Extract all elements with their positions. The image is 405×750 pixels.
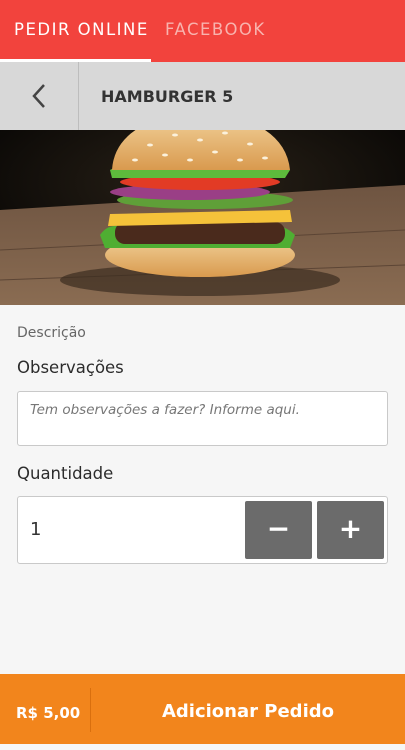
tab-facebook[interactable]: FACEBOOK <box>165 20 266 39</box>
decrease-quantity-button[interactable]: − <box>245 501 312 559</box>
description-label: Descrição <box>17 325 86 341</box>
order-footer: R$ 5,00 Adicionar Pedido <box>0 674 405 744</box>
tab-pedir-online[interactable]: PEDIR ONLINE <box>14 20 149 39</box>
add-order-button[interactable]: Adicionar Pedido <box>91 674 405 744</box>
top-tab-bar: PEDIR ONLINE FACEBOOK <box>0 0 405 62</box>
page-title: HAMBURGER 5 <box>101 87 234 106</box>
back-button[interactable] <box>0 62 79 130</box>
quantity-label: Quantidade <box>17 464 114 483</box>
quantity-stepper: 1 − + <box>17 496 388 564</box>
notes-label: Observações <box>17 358 124 377</box>
product-header: HAMBURGER 5 <box>0 62 405 130</box>
notes-input[interactable]: Tem observações a fazer? Informe aqui. <box>17 391 388 446</box>
price-label: R$ 5,00 <box>16 704 81 722</box>
product-image <box>0 130 405 305</box>
increase-quantity-button[interactable]: + <box>317 501 384 559</box>
quantity-input[interactable]: 1 <box>30 519 41 540</box>
chevron-left-icon <box>32 84 45 108</box>
